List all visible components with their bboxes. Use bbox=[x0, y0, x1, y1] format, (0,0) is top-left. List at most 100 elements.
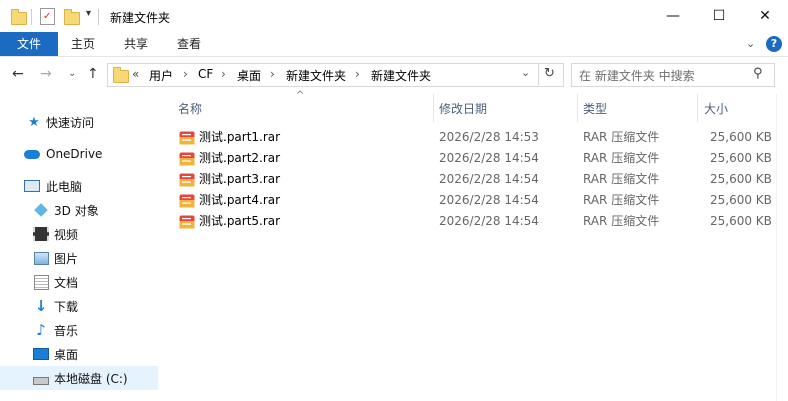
tab-file[interactable]: 文件 bbox=[0, 32, 58, 56]
sort-ascending-icon: ^ bbox=[296, 90, 305, 101]
download-arrow-icon: ↓ bbox=[34, 297, 48, 315]
file-type: RAR 压缩文件 bbox=[583, 130, 660, 144]
file-row[interactable]: 测试.part5.rar 2026/2/28 14:54 RAR 压缩文件 25… bbox=[170, 211, 780, 232]
picture-icon bbox=[33, 250, 49, 266]
up-arrow-icon[interactable]: ↑ bbox=[87, 66, 99, 82]
nav-item-quick-access[interactable]: ★ 快速访问 bbox=[0, 110, 158, 134]
close-button[interactable]: ✕ bbox=[742, 0, 788, 32]
breadcrumb-overflow[interactable]: « bbox=[132, 67, 139, 81]
breadcrumb-cf[interactable]: CF bbox=[198, 67, 213, 81]
nav-item-label: 此电脑 bbox=[46, 179, 83, 194]
address-history-chevron-icon[interactable]: ⌄ bbox=[521, 66, 530, 79]
file-size: 25,600 KB bbox=[710, 214, 772, 228]
breadcrumb-separator-icon[interactable]: › bbox=[183, 67, 188, 81]
divider bbox=[98, 9, 99, 25]
back-arrow-icon[interactable]: ← bbox=[12, 66, 24, 82]
tab-share[interactable]: 共享 bbox=[115, 32, 157, 56]
rar-archive-icon bbox=[179, 172, 195, 187]
nav-item-3d-objects[interactable]: 3D 对象 bbox=[0, 198, 158, 222]
nav-item-pictures[interactable]: 图片 bbox=[0, 246, 158, 270]
properties-icon[interactable]: ✓ bbox=[40, 8, 55, 25]
file-size: 25,600 KB bbox=[710, 130, 772, 144]
window-title: 新建文件夹 bbox=[110, 11, 171, 25]
tab-home[interactable]: 主页 bbox=[62, 32, 104, 56]
film-icon bbox=[33, 226, 49, 242]
tab-view[interactable]: 查看 bbox=[168, 32, 210, 56]
forward-arrow-icon[interactable]: → bbox=[40, 66, 52, 82]
navigation-pane: ★ 快速访问 OneDrive 此电脑 3D 对象 视频 图片 文档 ↓ 下载 … bbox=[0, 94, 160, 401]
nav-item-onedrive[interactable]: OneDrive bbox=[0, 142, 158, 166]
file-date: 2026/2/28 14:54 bbox=[439, 214, 539, 228]
nav-item-label: 本地磁盘 (C:) bbox=[54, 371, 128, 386]
folder-icon bbox=[11, 9, 27, 25]
file-date: 2026/2/28 14:54 bbox=[439, 151, 539, 165]
rar-archive-icon bbox=[179, 151, 195, 166]
nav-item-label: 音乐 bbox=[54, 323, 79, 338]
hard-drive-icon bbox=[33, 370, 49, 386]
column-divider[interactable] bbox=[433, 94, 434, 122]
address-bar[interactable]: « 用户 › CF › 桌面 › 新建文件夹 › 新建文件夹 ⌄ ↻ bbox=[107, 63, 564, 87]
column-divider[interactable] bbox=[697, 94, 698, 122]
ribbon-tabs: 文件 主页 共享 查看 ⌄ ? bbox=[0, 32, 788, 57]
cube-icon bbox=[33, 202, 49, 218]
document-icon bbox=[33, 274, 49, 290]
nav-item-label: 桌面 bbox=[54, 347, 79, 362]
help-icon[interactable]: ? bbox=[766, 36, 782, 52]
divider bbox=[31, 9, 32, 25]
nav-item-label: 视频 bbox=[54, 227, 79, 242]
file-size: 25,600 KB bbox=[710, 151, 772, 165]
star-icon: ★ bbox=[28, 114, 40, 130]
file-row[interactable]: 测试.part3.rar 2026/2/28 14:54 RAR 压缩文件 25… bbox=[170, 169, 780, 190]
rar-archive-icon bbox=[179, 193, 195, 208]
desktop-icon bbox=[33, 346, 49, 362]
nav-item-label: 3D 对象 bbox=[54, 203, 99, 218]
nav-item-desktop[interactable]: 桌面 bbox=[0, 342, 158, 366]
column-header-size[interactable]: 大小 bbox=[704, 100, 728, 117]
breadcrumb-separator-icon[interactable]: › bbox=[221, 67, 226, 81]
nav-item-downloads[interactable]: ↓ 下载 bbox=[0, 294, 158, 318]
title-bar: ✓ ▾ 新建文件夹 — ☐ ✕ bbox=[0, 0, 788, 32]
expand-ribbon-chevron-icon[interactable]: ⌄ bbox=[746, 37, 755, 50]
column-header-name[interactable]: 名称 bbox=[178, 100, 202, 117]
file-type: RAR 压缩文件 bbox=[583, 151, 660, 165]
music-note-icon: ♪ bbox=[36, 321, 46, 339]
file-row[interactable]: 测试.part1.rar 2026/2/28 14:53 RAR 压缩文件 25… bbox=[170, 127, 780, 148]
nav-item-label: OneDrive bbox=[46, 147, 103, 161]
search-box[interactable]: 在 新建文件夹 中搜索 ⚲ bbox=[571, 63, 775, 87]
file-name: 测试.part4.rar bbox=[199, 193, 281, 207]
search-input[interactable]: 在 新建文件夹 中搜索 bbox=[579, 67, 695, 84]
divider bbox=[538, 63, 539, 87]
column-header-date[interactable]: 修改日期 bbox=[439, 100, 487, 117]
breadcrumb-separator-icon[interactable]: › bbox=[355, 67, 360, 81]
breadcrumb-separator-icon[interactable]: › bbox=[270, 67, 275, 81]
breadcrumb-current-folder[interactable]: 新建文件夹 bbox=[371, 67, 431, 84]
breadcrumb-users[interactable]: 用户 bbox=[149, 67, 173, 84]
refresh-icon[interactable]: ↻ bbox=[544, 66, 555, 81]
file-size: 25,600 KB bbox=[710, 172, 772, 186]
customize-toolbar-chevron-icon[interactable]: ▾ bbox=[86, 8, 91, 19]
nav-item-music[interactable]: ♪ 音乐 bbox=[0, 318, 158, 342]
nav-item-videos[interactable]: 视频 bbox=[0, 222, 158, 246]
column-divider[interactable] bbox=[577, 94, 578, 122]
search-icon[interactable]: ⚲ bbox=[753, 66, 763, 81]
file-row[interactable]: 测试.part4.rar 2026/2/28 14:54 RAR 压缩文件 25… bbox=[170, 190, 780, 211]
recent-locations-chevron-icon[interactable]: ⌄ bbox=[68, 68, 76, 79]
column-header-type[interactable]: 类型 bbox=[583, 100, 607, 117]
file-name: 测试.part5.rar bbox=[199, 214, 281, 228]
breadcrumb-new-folder[interactable]: 新建文件夹 bbox=[286, 67, 346, 84]
file-name: 测试.part3.rar bbox=[199, 172, 281, 186]
breadcrumb-desktop[interactable]: 桌面 bbox=[237, 67, 261, 84]
folder-icon bbox=[113, 67, 129, 83]
file-row[interactable]: 测试.part2.rar 2026/2/28 14:54 RAR 压缩文件 25… bbox=[170, 148, 780, 169]
file-name: 测试.part2.rar bbox=[199, 151, 281, 165]
nav-item-documents[interactable]: 文档 bbox=[0, 270, 158, 294]
file-date: 2026/2/28 14:54 bbox=[439, 193, 539, 207]
maximize-button[interactable]: ☐ bbox=[696, 0, 742, 32]
minimize-button[interactable]: — bbox=[650, 0, 696, 32]
new-folder-icon[interactable] bbox=[64, 9, 80, 25]
file-name: 测试.part1.rar bbox=[199, 130, 281, 144]
nav-item-label: 快速访问 bbox=[46, 115, 95, 130]
nav-item-this-pc[interactable]: 此电脑 bbox=[0, 174, 158, 198]
file-date: 2026/2/28 14:53 bbox=[439, 130, 539, 144]
nav-item-local-disk[interactable]: 本地磁盘 (C:) bbox=[0, 366, 158, 390]
